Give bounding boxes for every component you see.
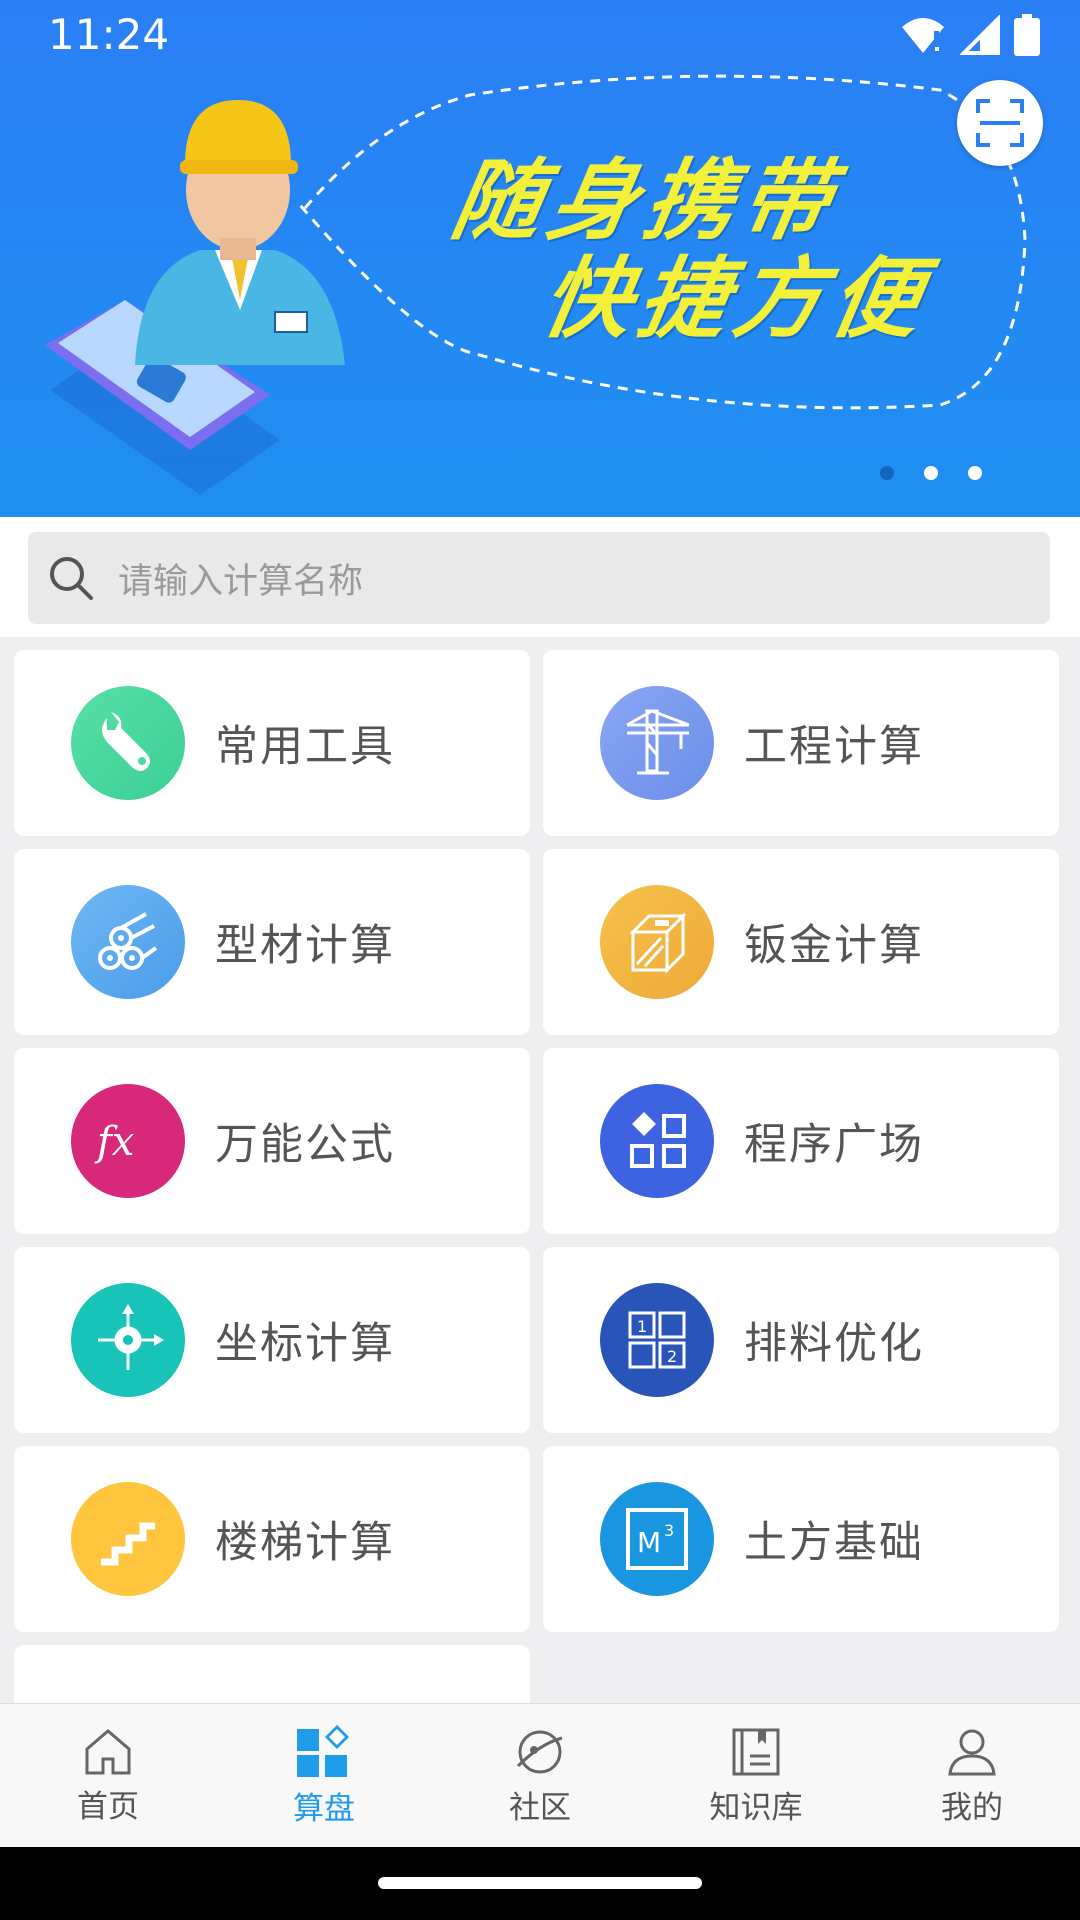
category-card-common-tools[interactable]: 常用工具 — [14, 650, 530, 836]
fx-icon: fx — [71, 1084, 185, 1198]
svg-text:1: 1 — [637, 1317, 647, 1336]
category-label: 工程计算 — [744, 722, 924, 772]
system-gesture-bar — [0, 1847, 1080, 1920]
nav-label: 知识库 — [709, 1789, 803, 1826]
status-time: 11:24 — [48, 10, 170, 59]
wifi-icon — [902, 18, 944, 53]
cubic-meter-icon: M3 — [600, 1482, 714, 1596]
svg-text:3: 3 — [664, 1521, 674, 1540]
nav-abacus[interactable]: 算盘 — [216, 1704, 432, 1848]
nav-label: 算盘 — [293, 1790, 355, 1827]
cell-signal-icon — [960, 15, 1000, 55]
grid-apps-icon — [297, 1724, 349, 1777]
status-bar: 11:24 — [0, 0, 1080, 70]
category-label: 钣金计算 — [744, 921, 924, 971]
battery-icon — [1014, 14, 1040, 56]
category-card-earthwork[interactable]: M3 土方基础 — [543, 1446, 1059, 1632]
home-icon — [85, 1728, 131, 1774]
layout-12-icon: 12 — [600, 1283, 714, 1397]
banner-slogan-line2: 快捷方便 — [534, 247, 937, 350]
category-card-sheet-metal[interactable]: 钣金计算 — [543, 849, 1059, 1035]
carousel-dot — [880, 466, 894, 480]
wrench-icon — [71, 686, 185, 800]
category-card-program-square[interactable]: 程序广场 — [543, 1048, 1059, 1234]
category-label: 坐标计算 — [215, 1319, 395, 1369]
category-label: 万能公式 — [215, 1120, 395, 1170]
stairs-icon — [71, 1482, 185, 1596]
category-label: 型材计算 — [215, 921, 395, 971]
book-icon — [732, 1728, 780, 1775]
carousel-dot — [924, 466, 938, 480]
category-card-coordinate[interactable]: 坐标计算 — [14, 1247, 530, 1433]
nav-mine[interactable]: 我的 — [864, 1704, 1080, 1848]
category-card-stairs[interactable]: 楼梯计算 — [14, 1446, 530, 1632]
search-input[interactable]: 请输入计算名称 — [28, 532, 1050, 624]
category-label: 排料优化 — [744, 1319, 924, 1369]
pipes-icon — [71, 885, 185, 999]
user-icon — [948, 1729, 996, 1775]
home-gesture-handle[interactable] — [378, 1877, 702, 1889]
svg-text:fx: fx — [94, 1119, 134, 1165]
bottom-nav: 首页 算盘 社区 知识库 我的 — [0, 1703, 1080, 1848]
svg-text:2: 2 — [667, 1347, 677, 1366]
nav-community[interactable]: 社区 — [432, 1704, 648, 1848]
scan-button[interactable] — [957, 80, 1043, 166]
sheet-metal-icon — [600, 885, 714, 999]
search-bar: 请输入计算名称 — [0, 517, 1080, 637]
banner-carousel[interactable]: 11:24 随身携带 快捷方便 — [0, 0, 1080, 517]
search-placeholder: 请输入计算名称 — [118, 561, 364, 602]
category-label: 土方基础 — [744, 1518, 924, 1568]
tower-crane-icon — [600, 686, 714, 800]
category-card-formula[interactable]: fx 万能公式 — [14, 1048, 530, 1234]
nav-label: 我的 — [941, 1789, 1003, 1826]
category-label: 程序广场 — [744, 1120, 924, 1170]
apps-icon — [600, 1084, 714, 1198]
category-card-engineering[interactable]: 工程计算 — [543, 650, 1059, 836]
category-grid: 常用工具 工程计算 型材计算 钣金计算 fx 万能公式 程序广场 坐标计算 1 … — [0, 650, 1080, 1703]
nav-label: 社区 — [509, 1789, 571, 1826]
search-icon — [50, 557, 93, 600]
category-card-partial[interactable] — [14, 1645, 530, 1703]
scan-icon — [976, 99, 1024, 147]
nav-home[interactable]: 首页 — [0, 1704, 216, 1848]
svg-text:M: M — [637, 1526, 661, 1559]
category-label: 常用工具 — [215, 722, 395, 772]
planet-icon — [516, 1730, 563, 1773]
category-card-profile[interactable]: 型材计算 — [14, 849, 530, 1035]
coordinate-icon — [71, 1283, 185, 1397]
category-label: 楼梯计算 — [215, 1518, 395, 1568]
carousel-indicator — [880, 466, 982, 480]
category-card-nesting[interactable]: 12 排料优化 — [543, 1247, 1059, 1433]
carousel-dot — [968, 466, 982, 480]
nav-label: 首页 — [77, 1788, 139, 1825]
nav-knowledge[interactable]: 知识库 — [648, 1704, 864, 1848]
